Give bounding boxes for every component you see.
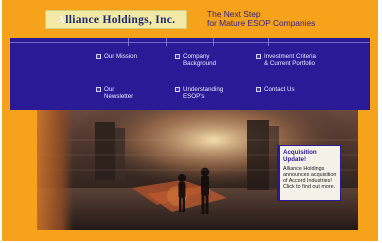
nav-label: Investment Criteria & Current Portfolio — [264, 53, 316, 67]
nav-label: Company Background — [183, 53, 217, 67]
page-frame: Alliance Holdings, Inc. The Next Step fo… — [2, 0, 378, 241]
nav-investment-criteria[interactable]: Investment Criteria & Current Portfolio — [256, 53, 316, 67]
page-icon — [256, 87, 261, 92]
nav-tick — [268, 38, 269, 46]
nav-company-background[interactable]: Company Background — [175, 53, 216, 67]
nav-tick — [213, 38, 214, 46]
tagline-line-2: for Mature ESOP Companies — [207, 18, 316, 28]
nav-our-newsletter[interactable]: Our Newsletter — [96, 86, 133, 100]
page-icon — [175, 87, 180, 92]
photo-fade — [37, 110, 73, 230]
news-title: Acquisition Update! — [283, 149, 317, 163]
nav-label: Understanding ESOP's — [183, 86, 224, 100]
nav-understanding-esops[interactable]: Understanding ESOP's — [175, 86, 223, 100]
page-icon — [96, 54, 101, 59]
news-accent-bar — [277, 145, 280, 201]
nav-divider-line — [10, 42, 370, 43]
page-icon — [256, 54, 261, 59]
acquisition-update-card[interactable]: Acquisition Update! Alliance Holdings an… — [277, 145, 341, 201]
main-navigation: Our Mission Company Background Investmen… — [10, 38, 370, 110]
logo[interactable]: Alliance Holdings, Inc. — [45, 10, 187, 29]
nav-label: Our Newsletter — [104, 86, 134, 100]
tagline: The Next Step for Mature ESOP Companies — [207, 10, 315, 28]
news-body: Alliance Holdings announces acquisition … — [283, 166, 337, 191]
nav-label: Contact Us — [264, 86, 295, 93]
factory-photo: Acquisition Update! Alliance Holdings an… — [37, 110, 358, 230]
nav-tick — [128, 38, 129, 46]
header: Alliance Holdings, Inc. The Next Step fo… — [2, 0, 378, 38]
page-icon — [175, 54, 180, 59]
logo-initial: A — [56, 13, 66, 26]
page-icon — [96, 87, 101, 92]
nav-label: Our Mission — [104, 53, 138, 60]
nav-tick — [166, 38, 167, 46]
nav-our-mission[interactable]: Our Mission — [96, 53, 137, 60]
nav-contact-us[interactable]: Contact Us — [256, 86, 295, 93]
logo-text: Alliance Holdings, Inc. — [46, 11, 186, 28]
logo-name: lliance Holdings, Inc. — [65, 13, 176, 26]
